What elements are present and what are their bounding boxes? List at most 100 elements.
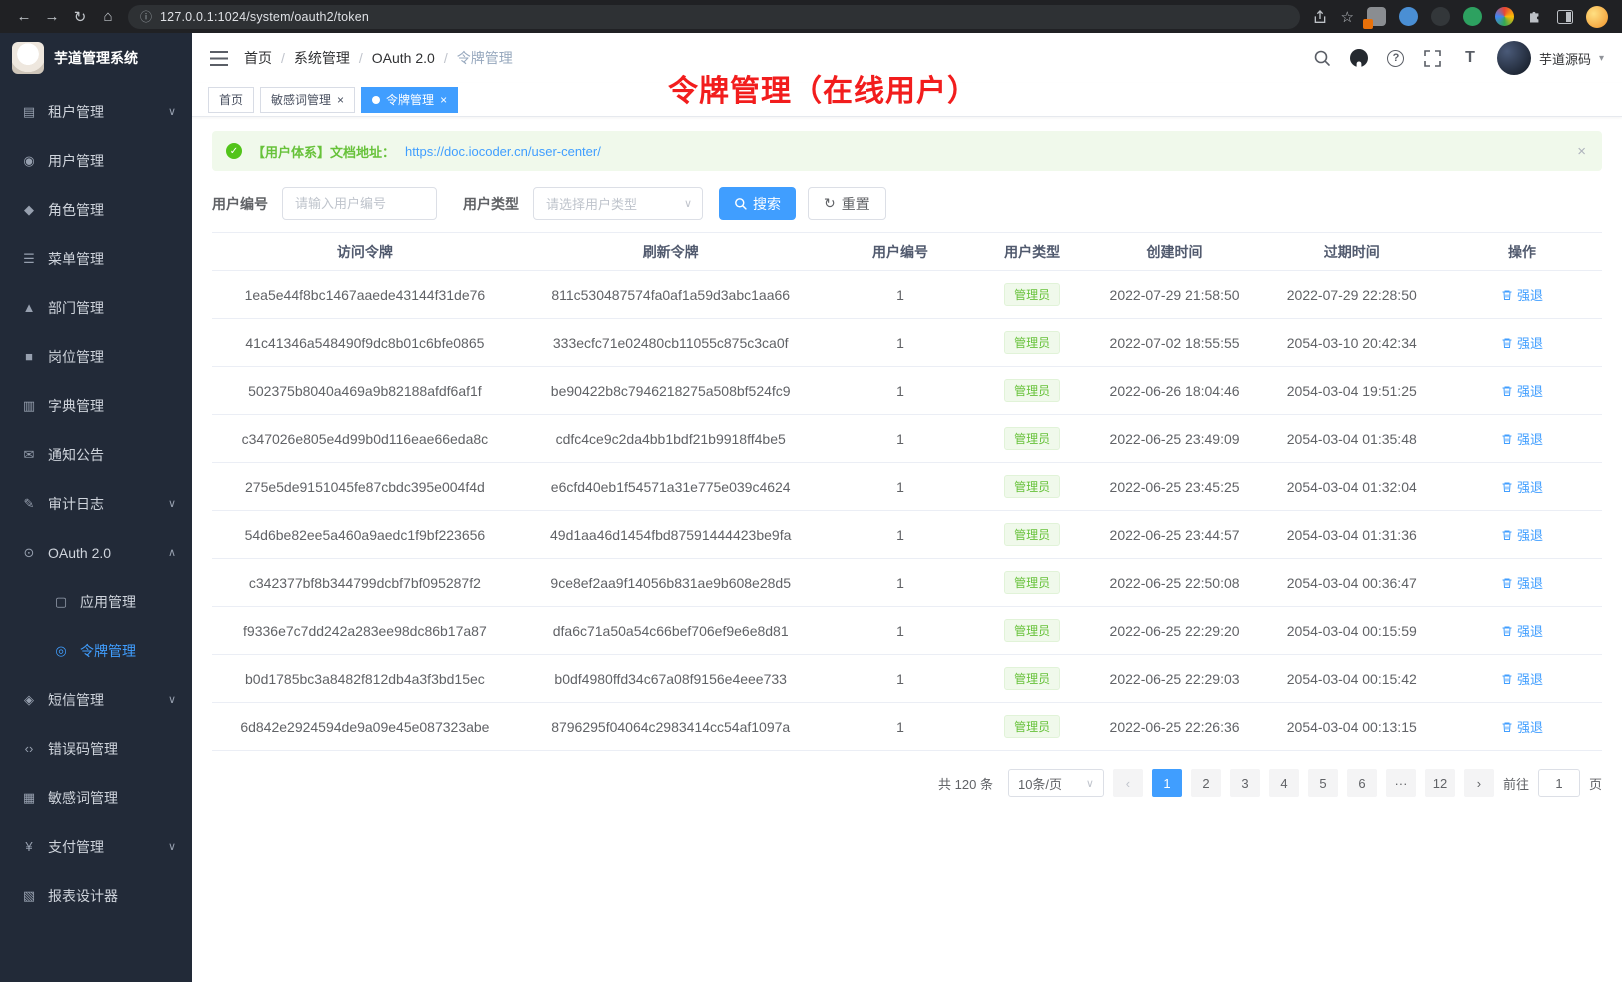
extension-icon[interactable] [1367,7,1386,26]
force-logout-button[interactable]: 强退 [1501,717,1543,736]
page-button[interactable]: 6 [1347,769,1377,797]
share-icon[interactable] [1312,9,1328,25]
sidebar-item[interactable]: ☰ 菜单管理 [0,234,192,283]
created-time-cell: 2022-06-25 23:44:57 [1088,511,1262,559]
sidebar-item[interactable]: ▥ 字典管理 [0,381,192,430]
home-icon[interactable]: ⌂ [94,3,122,31]
force-logout-button[interactable]: 强退 [1501,573,1543,592]
force-logout-button[interactable]: 强退 [1501,381,1543,400]
collapse-sidebar-icon[interactable] [210,51,228,66]
page-button[interactable]: 3 [1230,769,1260,797]
extension-icon[interactable] [1463,7,1482,26]
sidebar-item[interactable]: ✎ 审计日志 ∨ [0,479,192,528]
reset-button[interactable]: ↻ 重置 [808,187,886,220]
app-logo [12,42,44,74]
reload-icon[interactable]: ↻ [66,3,94,31]
tab-active-dot [372,96,380,104]
page-button[interactable]: ··· [1386,769,1416,797]
page-button[interactable]: 12 [1425,769,1455,797]
sidebar-item[interactable]: ▲ 部门管理 [0,283,192,332]
app-logo-row[interactable]: 芋道管理系统 [0,33,192,83]
sidebar-item[interactable]: ¥ 支付管理 ∨ [0,822,192,871]
tab-close-icon[interactable]: × [440,94,447,106]
page-button[interactable]: 2 [1191,769,1221,797]
user-type-tag: 管理员 [1004,571,1060,594]
user-type-select[interactable]: 请选择用户类型 ∨ [533,187,703,220]
user-menu[interactable]: 芋道源码 ▾ [1497,41,1604,75]
browser-profile-avatar[interactable] [1586,6,1608,28]
sidebar-item[interactable]: ✉ 通知公告 [0,430,192,479]
breadcrumb-item[interactable]: OAuth 2.0 [372,50,435,66]
force-logout-button[interactable]: 强退 [1501,333,1543,352]
alert-close-icon[interactable]: × [1577,143,1586,160]
refresh-icon: ↻ [824,195,836,212]
back-icon[interactable]: ← [10,3,38,31]
sidebar-item[interactable]: ▢ 应用管理 [0,577,192,626]
expire-time-cell: 2054-03-10 20:42:34 [1261,319,1442,367]
user-type-tag: 管理员 [1004,283,1060,306]
sidebar-item[interactable]: ▤ 租户管理 ∨ [0,87,192,136]
doc-link[interactable]: https://doc.iocoder.cn/user-center/ [405,144,601,159]
help-icon[interactable]: ? [1386,47,1406,69]
sidebar-item[interactable]: ‹› 错误码管理 [0,724,192,773]
search-button[interactable]: 搜索 [719,187,796,220]
fullscreen-icon[interactable] [1423,47,1443,69]
sidebar-item[interactable]: ◎ 令牌管理 [0,626,192,675]
dept-icon: ▲ [20,300,38,315]
sidebar-item[interactable]: ◈ 短信管理 ∨ [0,675,192,724]
next-page-button[interactable]: › [1464,769,1494,797]
expire-time-cell: 2022-07-29 22:28:50 [1261,271,1442,319]
prev-page-button[interactable]: ‹ [1113,769,1143,797]
breadcrumb-item[interactable]: 系统管理 [294,48,350,68]
search-icon[interactable] [1312,47,1332,69]
force-logout-button[interactable]: 强退 [1501,621,1543,640]
bookmark-star-icon[interactable]: ☆ [1341,8,1354,26]
force-logout-button[interactable]: 强退 [1501,669,1543,688]
actions-cell: 强退 [1442,655,1602,703]
user-id-cell: 1 [824,319,977,367]
forward-icon[interactable]: → [38,3,66,31]
page-size-value: 10条/页 [1018,774,1062,793]
extension-icon[interactable] [1399,7,1418,26]
sidebar-item[interactable]: ▧ 报表设计器 [0,871,192,920]
sidebar-item[interactable]: ◆ 角色管理 [0,185,192,234]
sidebar-item-label: 租户管理 [48,102,168,122]
font-size-icon[interactable]: T [1460,47,1480,69]
dict-icon: ▥ [20,398,38,414]
extension-icon[interactable] [1431,7,1450,26]
tab[interactable]: 首页 [208,87,254,113]
tab-close-icon[interactable]: × [337,94,344,106]
force-logout-button[interactable]: 强退 [1501,429,1543,448]
user-id-input[interactable] [282,187,437,220]
address-bar[interactable]: ⓘ 127.0.0.1:1024/system/oauth2/token [128,5,1300,29]
sidebar-item[interactable]: ▦ 敏感词管理 [0,773,192,822]
notice-icon: ✉ [20,447,38,463]
extension-icon[interactable] [1495,7,1514,26]
tab[interactable]: 令牌管理 × [361,87,458,113]
chevron-icon: ∨ [168,693,176,706]
sidebar-item[interactable]: ■ 岗位管理 [0,332,192,381]
page-list: 1 2 3 4 5 6 ··· 12 [1152,769,1455,797]
tab-split-icon[interactable] [1557,10,1573,24]
page-info-icon[interactable]: ⓘ [140,8,152,25]
force-logout-label: 强退 [1517,381,1543,400]
tab[interactable]: 敏感词管理 × [260,87,355,113]
goto-label: 前往 [1503,774,1529,793]
force-logout-label: 强退 [1517,333,1543,352]
page-button[interactable]: 5 [1308,769,1338,797]
breadcrumb-item[interactable]: 令牌管理 [457,48,513,68]
force-logout-button[interactable]: 强退 [1501,477,1543,496]
puzzle-icon[interactable] [1527,8,1544,25]
table-row: b0d1785bc3a8482f812db4a3f3bd15ec b0df498… [212,655,1602,703]
page-button[interactable]: 1 [1152,769,1182,797]
user-type-cell: 管理员 [976,415,1087,463]
page-button[interactable]: 4 [1269,769,1299,797]
force-logout-button[interactable]: 强退 [1501,285,1543,304]
breadcrumb-item[interactable]: 首页 [244,48,272,68]
sidebar-item[interactable]: ◉ 用户管理 [0,136,192,185]
goto-page-input[interactable] [1538,769,1580,797]
sidebar-item[interactable]: ⊙ OAuth 2.0 ∧ [0,528,192,577]
page-size-select[interactable]: 10条/页 ∨ [1008,769,1104,797]
github-icon[interactable] [1349,47,1369,69]
force-logout-button[interactable]: 强退 [1501,525,1543,544]
